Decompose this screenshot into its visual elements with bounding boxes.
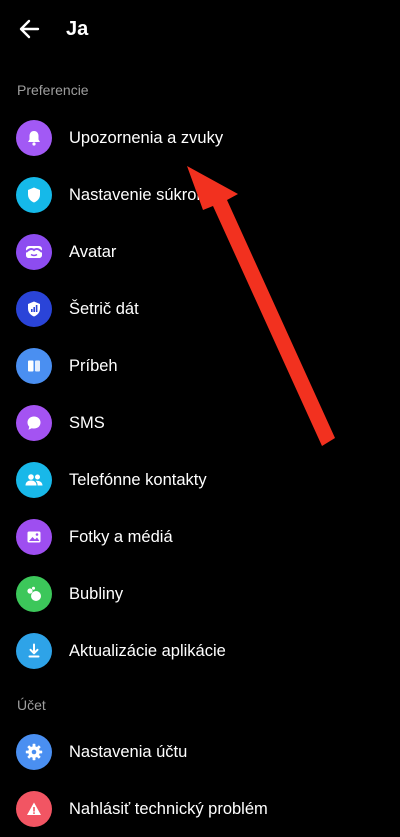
settings-item-avatar[interactable]: Avatar bbox=[0, 223, 400, 280]
settings-item-label: Nahlásiť technický problém bbox=[69, 799, 268, 818]
back-button[interactable] bbox=[12, 12, 46, 46]
photo-icon bbox=[16, 518, 52, 555]
gear-icon bbox=[16, 733, 52, 770]
settings-item-label: Nastavenia účtu bbox=[69, 742, 188, 761]
settings-item-label: Aktualizácie aplikácie bbox=[69, 641, 226, 660]
contacts-icon bbox=[16, 461, 52, 498]
back-arrow-icon bbox=[19, 19, 40, 39]
avatar-icon bbox=[16, 233, 52, 270]
section-label-account: Účet bbox=[17, 697, 46, 713]
settings-item-notifications[interactable]: Upozornenia a zvuky bbox=[0, 109, 400, 166]
section-label-preferences: Preferencie bbox=[17, 82, 89, 98]
settings-item-label: Bubliny bbox=[69, 584, 124, 603]
data-saver-icon bbox=[16, 290, 52, 327]
settings-item-label: Avatar bbox=[69, 242, 117, 261]
warning-icon bbox=[16, 790, 52, 827]
settings-item-label: Telefónne kontakty bbox=[69, 470, 207, 489]
bubbles-icon bbox=[16, 575, 52, 612]
settings-item-label: Príbeh bbox=[69, 356, 118, 375]
settings-item-bubbles[interactable]: Bubliny bbox=[0, 565, 400, 622]
settings-item-photos-media[interactable]: Fotky a médiá bbox=[0, 508, 400, 565]
settings-item-label: Fotky a médiá bbox=[69, 527, 173, 546]
settings-item-app-updates[interactable]: Aktualizácie aplikácie bbox=[0, 622, 400, 679]
chat-bubble-icon bbox=[16, 404, 52, 441]
settings-item-data-saver[interactable]: Šetrič dát bbox=[0, 280, 400, 337]
settings-item-story[interactable]: Príbeh bbox=[0, 337, 400, 394]
settings-item-label: Upozornenia a zvuky bbox=[69, 128, 224, 147]
settings-item-label: SMS bbox=[69, 413, 105, 432]
settings-item-label: Šetrič dát bbox=[69, 299, 139, 318]
page-title: Ja bbox=[66, 18, 89, 40]
settings-item-report-problem[interactable]: Nahlásiť technický problém bbox=[0, 780, 400, 837]
settings-item-privacy[interactable]: Nastavenie súkromia bbox=[0, 166, 400, 223]
download-icon bbox=[16, 632, 52, 669]
story-icon bbox=[16, 347, 52, 384]
header: Ja bbox=[0, 0, 400, 58]
settings-item-sms[interactable]: SMS bbox=[0, 394, 400, 451]
settings-item-phone-contacts[interactable]: Telefónne kontakty bbox=[0, 451, 400, 508]
bell-icon bbox=[16, 119, 52, 156]
settings-item-label: Nastavenie súkromia bbox=[69, 185, 224, 204]
shield-icon bbox=[16, 176, 52, 213]
settings-item-account-settings[interactable]: Nastavenia účtu bbox=[0, 723, 400, 780]
